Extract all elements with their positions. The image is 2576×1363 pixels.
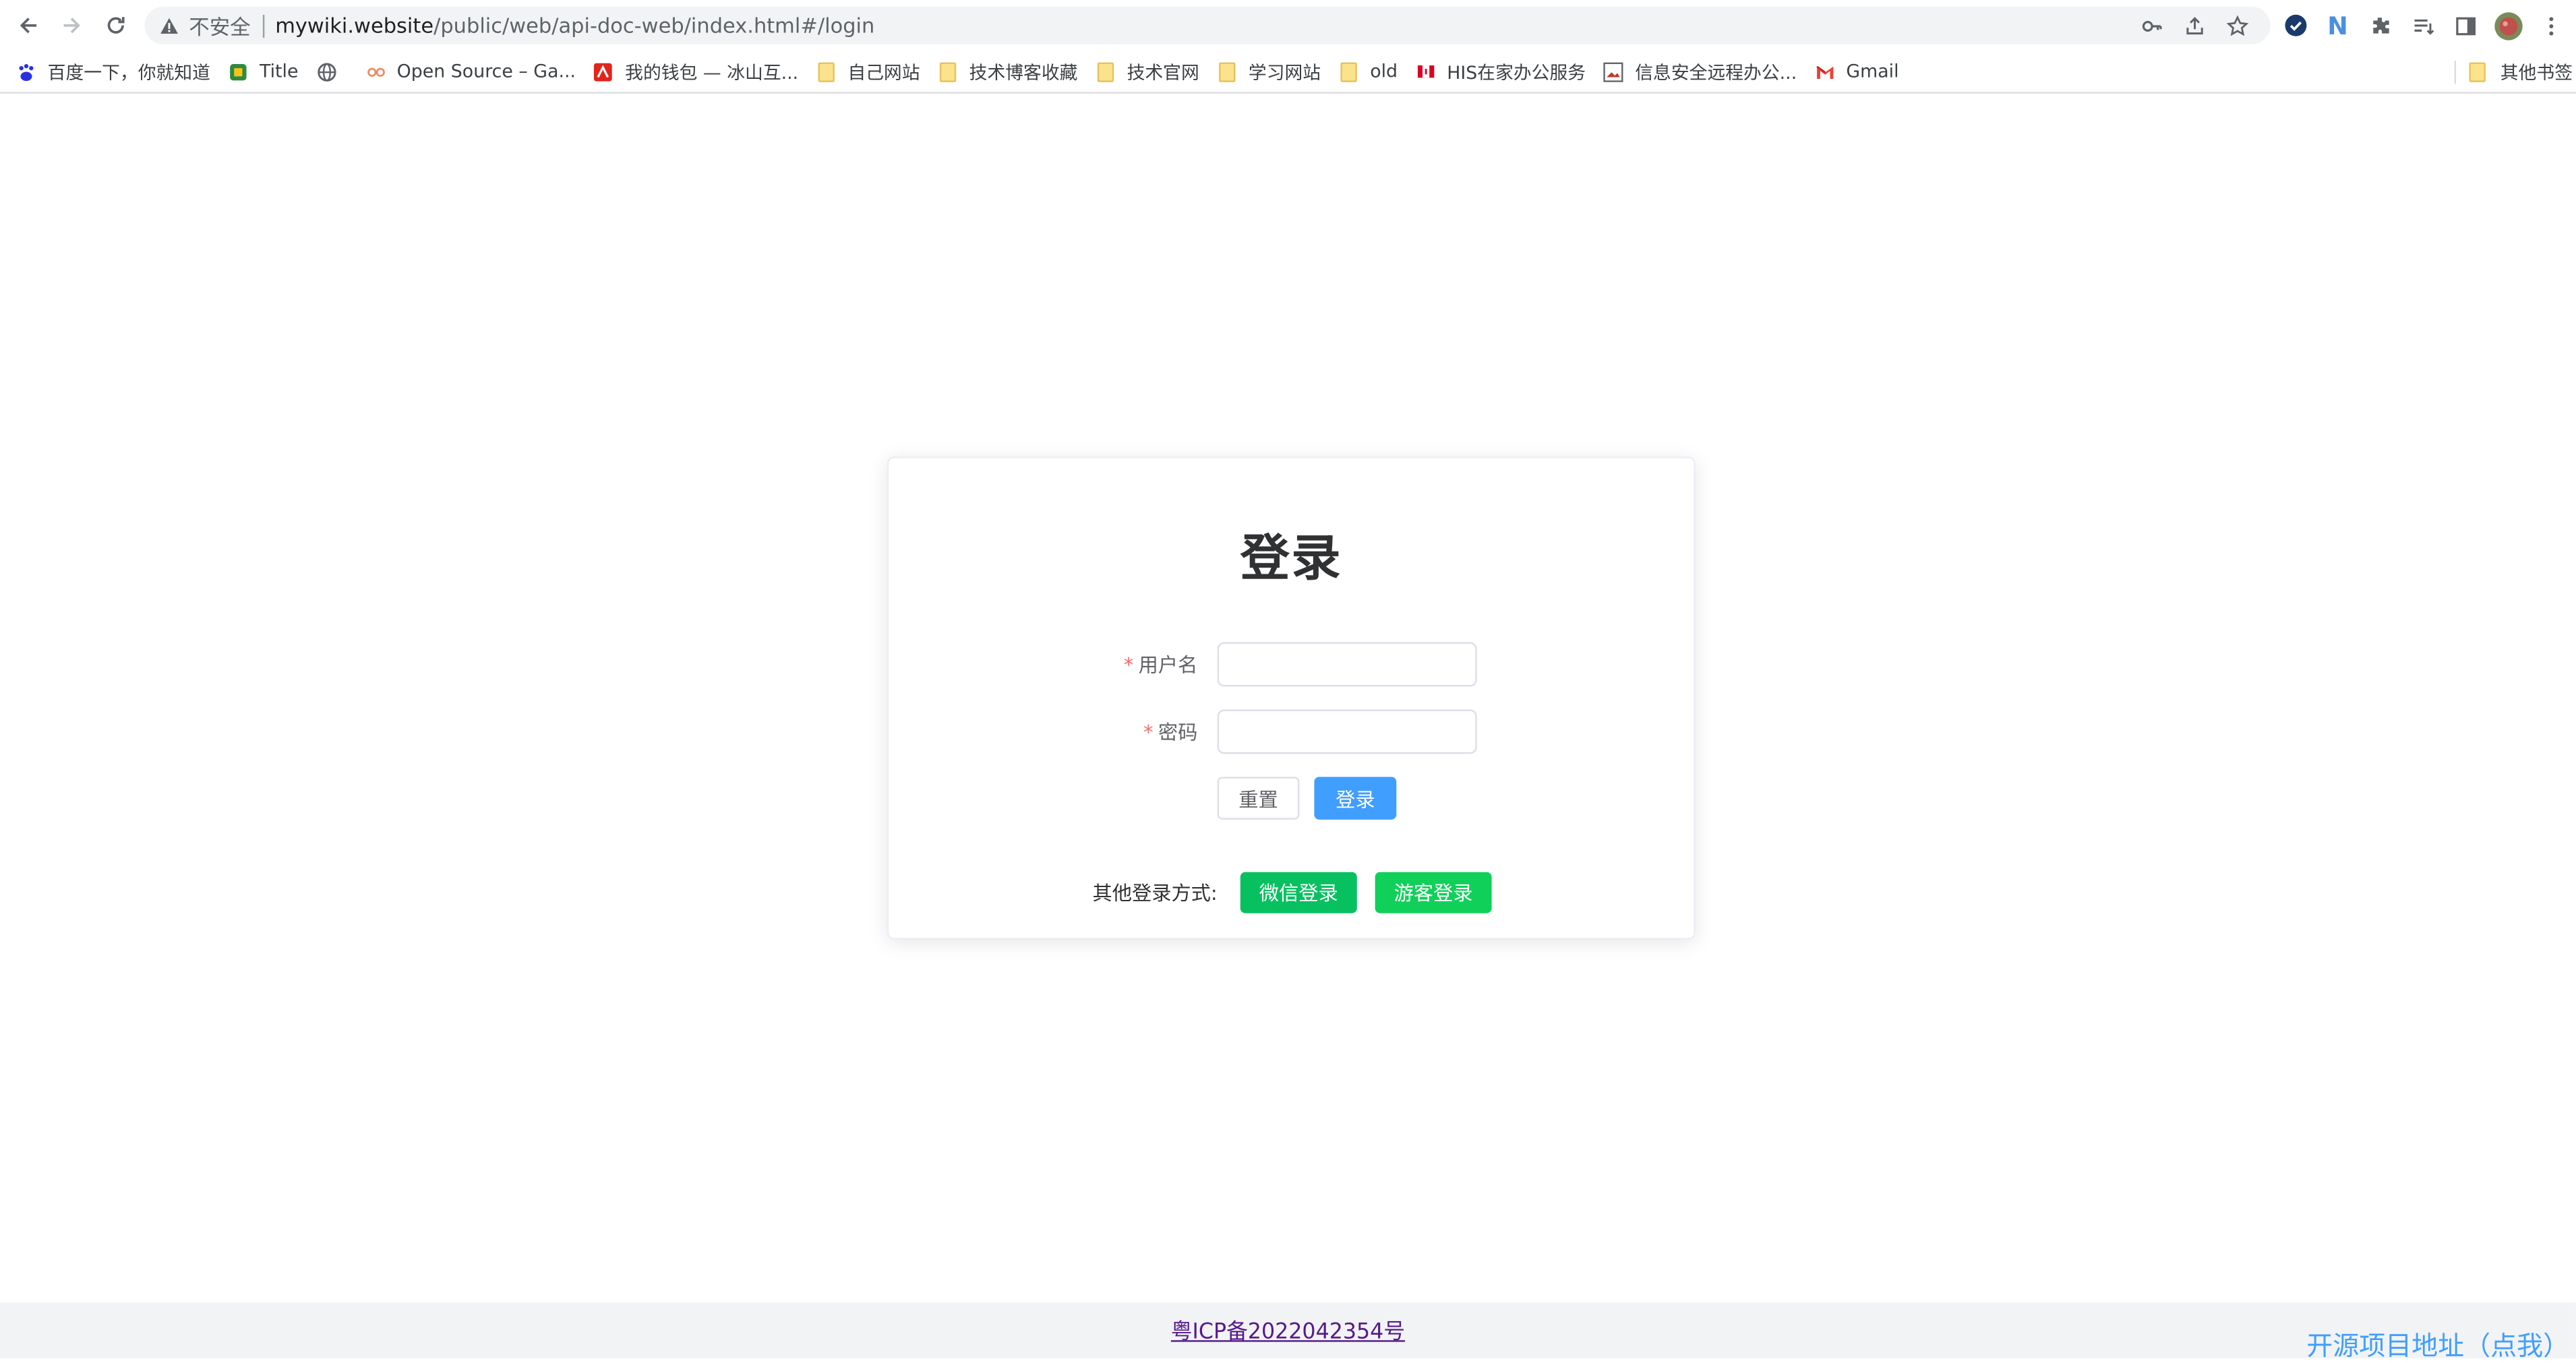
gitee-icon [365, 61, 385, 81]
flag-icon [1416, 61, 1435, 81]
wallet-site-icon [594, 61, 613, 81]
password-label: * 密码 [1143, 710, 1197, 756]
share-icon[interactable] [2182, 12, 2208, 38]
icp-link[interactable]: 粤ICP备2022042354号 [0, 1314, 2576, 1345]
baidu-icon [16, 61, 36, 81]
bookmark-infosec[interactable]: 信息安全远程办公... [1596, 53, 1807, 90]
bookmark-gmail[interactable]: Gmail [1807, 53, 1909, 90]
bookmark-label: old [1370, 61, 1398, 82]
check-extension-icon[interactable] [2280, 11, 2310, 40]
bookmark-open-source[interactable]: Open Source – Ga... [357, 53, 585, 90]
bookmark-label: 百度一下，你就知道 [47, 61, 210, 84]
image-icon [1603, 61, 1624, 82]
bookmark-folder-tech-blogs[interactable]: 技术博客收藏 [930, 53, 1087, 90]
bookmark-label: 学习网站 [1248, 61, 1321, 84]
guest-login-button[interactable]: 游客登录 [1375, 872, 1492, 913]
bookmarks-divider [2454, 59, 2457, 84]
side-panel-icon[interactable] [2451, 11, 2481, 40]
password-label-text: 密码 [1158, 721, 1198, 744]
omnibox-actions [2139, 7, 2251, 44]
bookmark-wallet[interactable]: 我的钱包 — 冰山互... [586, 53, 808, 90]
warning-icon [160, 17, 178, 33]
bookmark-baidu[interactable]: 百度一下，你就知道 [0, 53, 220, 90]
bookmark-label: 技术官网 [1127, 61, 1199, 84]
bookmark-label: Gmail [1846, 61, 1899, 82]
bookmark-label: Open Source – Ga... [396, 61, 576, 82]
bookmark-folder-old[interactable]: old [1331, 53, 1408, 90]
required-mark: * [1123, 653, 1134, 677]
bookmarks-bar: 百度一下，你就知道 Title Open Source – Ga... 我的钱包… [0, 51, 2576, 94]
bookmark-label: 技术博客收藏 [969, 61, 1078, 84]
footer: 粤ICP备2022042354号 开源项目地址（点我） [0, 1302, 2576, 1362]
folder-icon [2469, 61, 2489, 82]
password-input[interactable] [1217, 709, 1477, 754]
profile-avatar[interactable] [2494, 11, 2523, 40]
folder-icon [1218, 61, 1237, 82]
folder-icon [1339, 61, 1358, 82]
page-content: 登录 * 用户名 * 密码 重置 登录 其他登录方式: 微信登录 游客登录 粤ICP… [0, 93, 2576, 1362]
bookmark-globe[interactable] [308, 53, 357, 90]
login-card: 登录 * 用户名 * 密码 重置 登录 其他登录方式: 微信登录 游客登录 [887, 456, 1696, 940]
url-host: mywiki.website [275, 13, 434, 38]
folder-icon [816, 61, 836, 82]
wechat-login-button[interactable]: 微信登录 [1240, 872, 1357, 913]
star-icon[interactable] [2224, 12, 2250, 38]
n-extension-icon[interactable]: N [2323, 11, 2353, 40]
back-icon[interactable] [7, 3, 49, 46]
address-bar[interactable]: 不安全 mywiki.website/public/web/api-doc-we… [144, 6, 2271, 44]
username-row: * 用户名 [889, 642, 1694, 688]
login-button[interactable]: 登录 [1314, 777, 1397, 820]
username-label-text: 用户名 [1138, 653, 1198, 677]
bookmark-label: Title [260, 61, 299, 82]
username-label: * 用户名 [1124, 642, 1198, 688]
key-icon[interactable] [2139, 12, 2165, 38]
other-bookmarks[interactable]: 其他书签 [2454, 51, 2576, 92]
omnibox-divider [262, 13, 264, 37]
open-source-link[interactable]: 开源项目地址（点我） [2306, 1324, 2569, 1363]
menu-kebab-icon[interactable] [2536, 11, 2566, 40]
bookmark-folder-own-site[interactable]: 自己网站 [808, 53, 930, 90]
reset-button[interactable]: 重置 [1217, 777, 1300, 820]
login-title: 登录 [1240, 530, 1342, 588]
reading-list-icon[interactable] [2408, 11, 2438, 40]
bookmark-his[interactable]: HIS在家办公服务 [1408, 53, 1596, 90]
forward-icon[interactable] [49, 3, 92, 46]
url-path: /public/web/api-doc-web/index.html#/logi… [433, 13, 875, 38]
bookmark-label: 我的钱包 — 冰山互... [625, 61, 799, 84]
folder-icon [1096, 61, 1115, 82]
bookmark-title[interactable]: Title [220, 53, 309, 90]
other-bookmarks-label: 其他书签 [2500, 61, 2573, 84]
folder-icon [938, 61, 957, 82]
bookmark-folder-learning[interactable]: 学习网站 [1209, 53, 1330, 90]
other-login-methods-label: 其他登录方式: [1092, 882, 1218, 905]
extensions-area: N [2280, 7, 2566, 44]
site-icon [229, 61, 248, 81]
reload-icon[interactable] [94, 3, 136, 46]
gmail-icon [1815, 61, 1834, 81]
bookmark-label: HIS在家办公服务 [1447, 61, 1586, 84]
bookmark-label: 自己网站 [847, 61, 920, 84]
security-label[interactable]: 不安全 [189, 10, 250, 41]
bookmark-label: 信息安全远程办公... [1635, 61, 1797, 84]
bookmark-folder-tech-official[interactable]: 技术官网 [1087, 53, 1209, 90]
password-row: * 密码 [889, 709, 1694, 756]
required-mark: * [1143, 721, 1154, 744]
username-input[interactable] [1217, 642, 1477, 687]
globe-icon [316, 61, 336, 81]
browser-toolbar: 不安全 mywiki.website/public/web/api-doc-we… [0, 0, 2576, 50]
puzzle-icon[interactable] [2366, 11, 2395, 40]
